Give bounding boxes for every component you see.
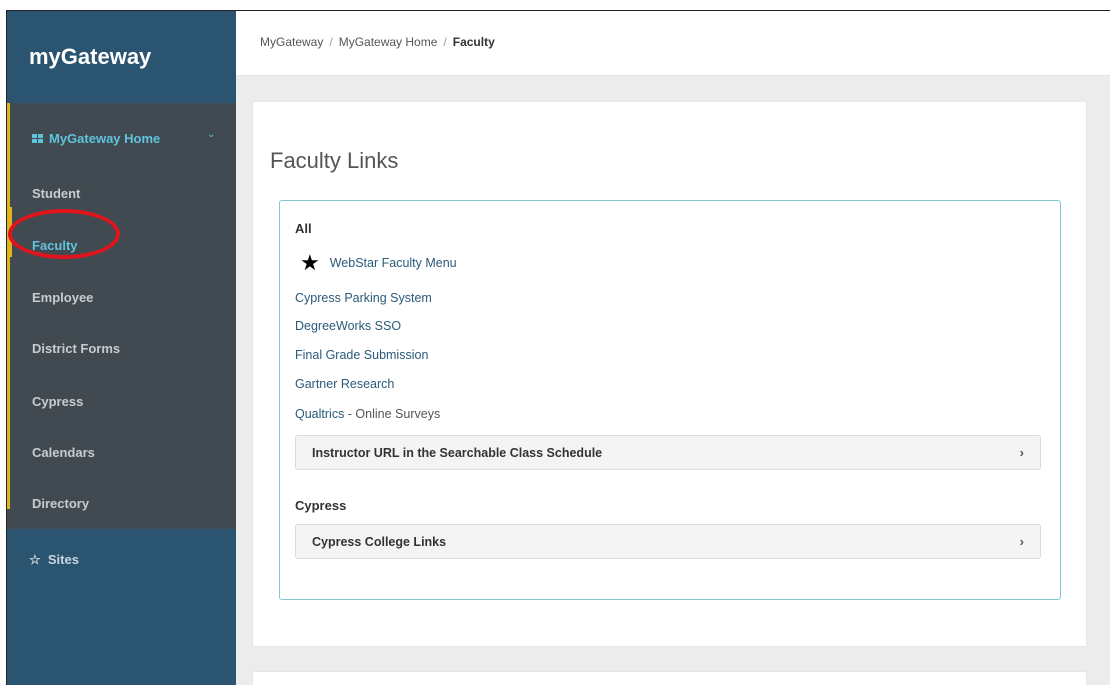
top-header: MyGateway / MyGateway Home / Faculty xyxy=(236,11,1110,76)
breadcrumb-item[interactable]: MyGateway xyxy=(260,35,323,49)
page-title: Faculty Links xyxy=(270,148,399,173)
breadcrumb-item[interactable]: MyGateway Home xyxy=(339,35,438,49)
accordion-instructor-url[interactable]: Instructor URL in the Searchable Class S… xyxy=(295,435,1041,470)
chevron-down-icon[interactable]: ⌄ xyxy=(207,129,215,140)
sidebar-item-employee[interactable]: Employee xyxy=(32,290,93,305)
secondary-card xyxy=(252,671,1087,685)
link-qualtrics[interactable]: Qualtrics - Online Surveys xyxy=(295,407,440,421)
featured-link-row[interactable]: ★ WebStar Faculty Menu xyxy=(300,250,457,275)
sidebar-item-label: MyGateway Home xyxy=(49,131,161,146)
link-description: - Online Surveys xyxy=(344,407,441,421)
sidebar-item-calendars[interactable]: Calendars xyxy=(32,445,95,460)
sidebar-item-label: Sites xyxy=(47,552,79,567)
highlight-circle xyxy=(8,209,120,259)
sidebar-item-directory[interactable]: Directory xyxy=(32,496,89,511)
group-label-all: All xyxy=(295,221,312,236)
accordion-cypress-college[interactable]: Cypress College Links › xyxy=(295,524,1041,559)
breadcrumb-current: Faculty xyxy=(452,35,495,49)
grid-icon xyxy=(32,134,43,143)
link-gartner[interactable]: Gartner Research xyxy=(295,377,394,391)
chevron-right-icon: › xyxy=(1019,534,1024,549)
breadcrumb-separator: / xyxy=(329,35,333,49)
accordion-label: Instructor URL in the Searchable Class S… xyxy=(312,446,603,460)
link-final-grade[interactable]: Final Grade Submission xyxy=(295,348,428,362)
sidebar-item-cypress[interactable]: Cypress xyxy=(32,394,83,409)
link-webstar-faculty-menu[interactable]: WebStar Faculty Menu xyxy=(330,256,457,270)
nav-accent-bar xyxy=(7,103,10,509)
sidebar-item-sites[interactable]: ☆ Sites xyxy=(29,552,79,568)
sidebar-nav: MyGateway Home ⌄ Student Faculty Employe… xyxy=(7,103,236,529)
brand-logo: myGateway xyxy=(29,44,152,69)
links-panel: All ★ WebStar Faculty Menu Cypress Parki… xyxy=(279,200,1061,600)
group-label-cypress: Cypress xyxy=(295,498,347,513)
link-degreeworks[interactable]: DegreeWorks SSO xyxy=(295,319,401,333)
sidebar-item-student[interactable]: Student xyxy=(32,186,80,201)
star-outline-icon: ☆ xyxy=(29,552,41,567)
sidebar-item-district-forms[interactable]: District Forms xyxy=(32,341,120,356)
sidebar: myGateway MyGateway Home ⌄ Student Facul… xyxy=(7,11,236,685)
link-label[interactable]: Qualtrics xyxy=(295,407,344,421)
breadcrumb-separator: / xyxy=(443,35,447,49)
star-icon: ★ xyxy=(300,250,320,275)
app-window: myGateway MyGateway Home ⌄ Student Facul… xyxy=(6,10,1110,685)
faculty-links-card: Faculty Links All ★ WebStar Faculty Menu… xyxy=(252,101,1087,647)
breadcrumb: MyGateway / MyGateway Home / Faculty xyxy=(260,35,495,49)
link-cypress-parking[interactable]: Cypress Parking System xyxy=(295,291,432,305)
accordion-label: Cypress College Links xyxy=(312,535,447,549)
chevron-right-icon: › xyxy=(1019,445,1024,460)
sidebar-item-mygateway-home[interactable]: MyGateway Home xyxy=(32,131,160,146)
